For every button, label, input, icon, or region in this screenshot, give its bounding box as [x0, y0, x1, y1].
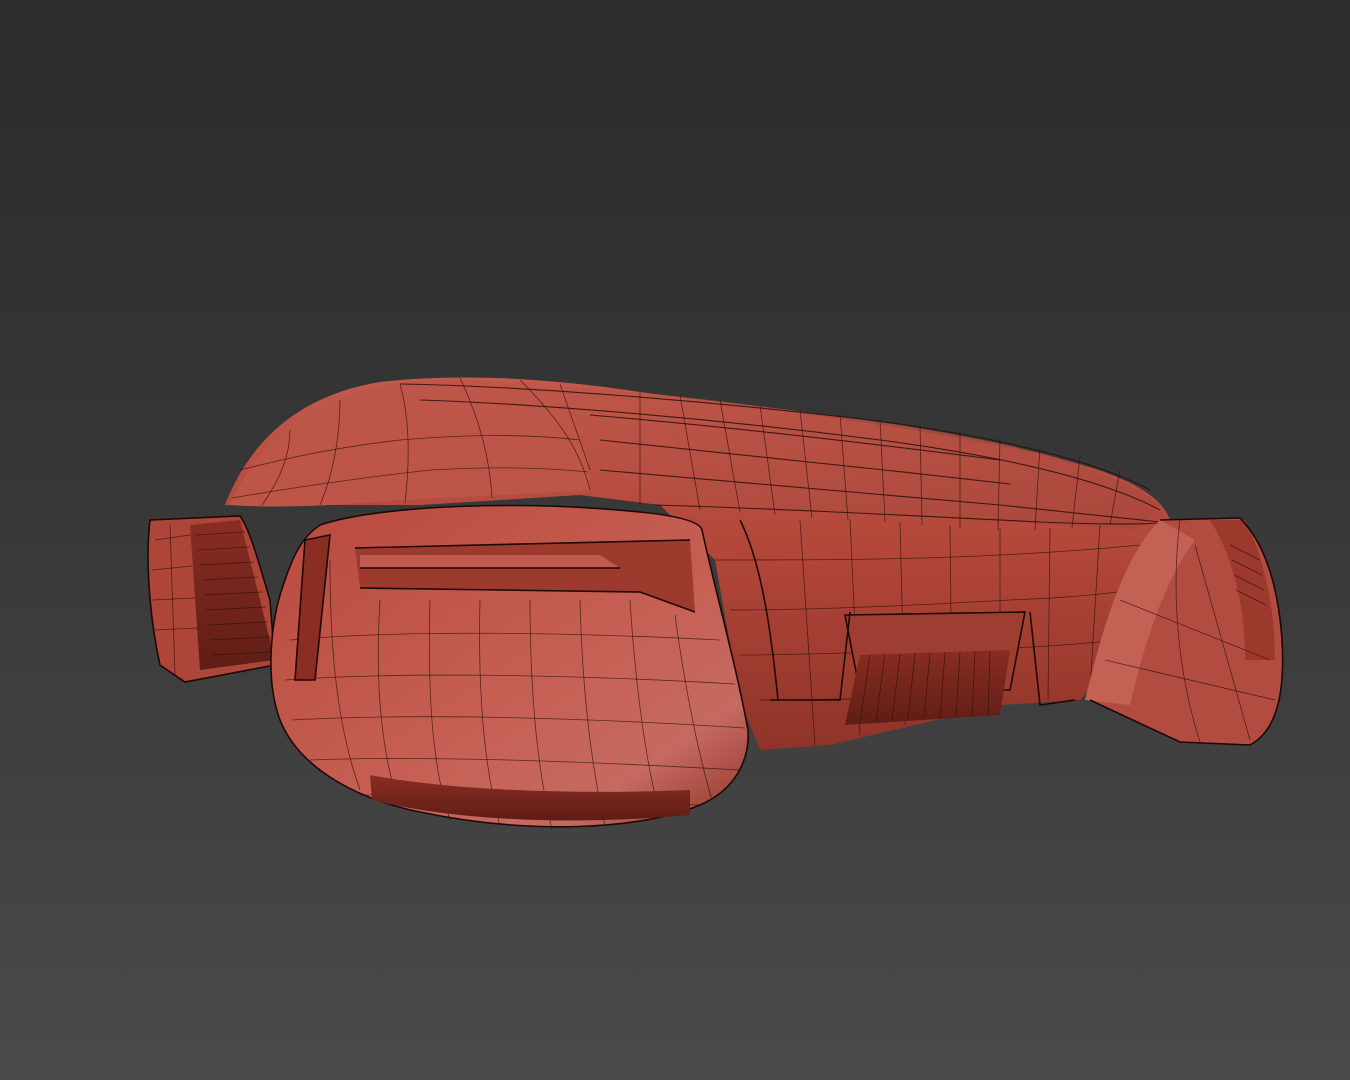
3d-viewport[interactable]	[0, 0, 1350, 1080]
rear-left-engine-pod	[147, 515, 276, 683]
front-engine-pod	[270, 504, 749, 831]
hover-vehicle-model[interactable]	[0, 0, 1350, 1080]
